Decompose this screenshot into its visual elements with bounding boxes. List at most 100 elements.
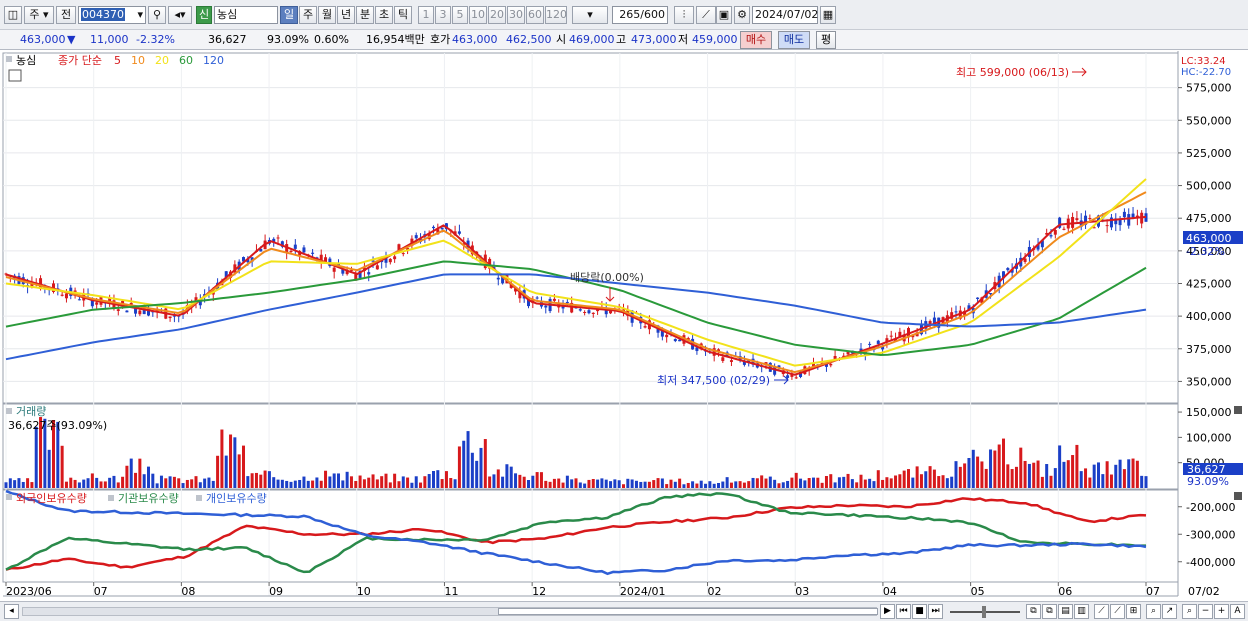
x-tick-label: 05: [971, 585, 985, 598]
x-tick-label: 08: [181, 585, 195, 598]
speaker-icon[interactable]: ◂▾: [168, 6, 192, 24]
interval-dropdown[interactable]: ▾: [572, 6, 608, 24]
layout3-icon[interactable]: ▤: [1058, 604, 1073, 619]
buy-button[interactable]: 매수: [740, 31, 772, 49]
volume-bar: [531, 475, 535, 488]
zoom-slider-handle[interactable]: [982, 606, 986, 618]
search-icon[interactable]: ⚲: [148, 6, 166, 24]
period-2[interactable]: 월: [318, 6, 336, 24]
volume-bar: [151, 473, 155, 488]
volume-bar: [302, 476, 306, 488]
volume-bar: [691, 481, 695, 488]
period-5[interactable]: 초: [375, 6, 393, 24]
prev-button[interactable]: 전: [56, 6, 76, 24]
table-icon[interactable]: [8, 69, 22, 82]
play-icon[interactable]: ▶: [880, 604, 895, 619]
volume-bar: [319, 480, 323, 488]
scrollbar-thumb[interactable]: [498, 608, 878, 615]
period-6[interactable]: 틱: [394, 6, 412, 24]
volume-bar: [721, 481, 725, 488]
volume-menu-icon[interactable]: [6, 408, 12, 414]
volume-bar: [958, 466, 962, 488]
scroll-left-icon[interactable]: ◂: [4, 604, 19, 619]
holdings-legend-institution: 기관보유수량: [118, 492, 179, 505]
plus-icon[interactable]: +: [1214, 604, 1229, 619]
candle-body: [1049, 235, 1053, 237]
volume-bar: [311, 480, 315, 488]
volume-bar: [898, 474, 902, 488]
volume-bar: [514, 473, 518, 488]
interval-5[interactable]: 5: [452, 6, 468, 24]
candle-body: [673, 339, 677, 342]
count-max: /600: [640, 8, 665, 21]
eval-button[interactable]: 평: [816, 31, 836, 49]
interval-60[interactable]: 60: [526, 6, 544, 24]
dividend-annotation: 배당락(0.00%): [570, 271, 644, 284]
chart-area[interactable]: 575,000 550,000 525,000 500,000 475,000 450,0…: [0, 51, 1248, 601]
tool3-icon[interactable]: ⊞: [1126, 604, 1141, 619]
volume-bar: [570, 479, 574, 488]
volume-close-icon[interactable]: [1234, 406, 1242, 414]
rewind-icon[interactable]: ⏮: [896, 604, 911, 619]
layout2-icon[interactable]: ⧉: [1042, 604, 1057, 619]
high-value: 473,000: [631, 33, 677, 46]
period-3[interactable]: 년: [337, 6, 355, 24]
high-label: 고: [616, 33, 627, 46]
period-4[interactable]: 분: [356, 6, 374, 24]
interval-3[interactable]: 3: [435, 6, 451, 24]
save-icon[interactable]: ▣: [716, 6, 732, 24]
count-field[interactable]: 265/600: [612, 6, 668, 24]
scrollbar-track[interactable]: [22, 607, 878, 616]
date-field[interactable]: 2024/07/02: [752, 6, 818, 24]
volume-bar: [466, 431, 470, 488]
market-select[interactable]: 주 ▾: [24, 6, 54, 24]
hc-label: HC:-22.70: [1181, 67, 1231, 78]
zoom-in-icon[interactable]: ↗: [1162, 604, 1177, 619]
period-1[interactable]: 주: [299, 6, 317, 24]
zoom-slider[interactable]: [950, 606, 1020, 618]
sell-button[interactable]: 매도: [778, 31, 810, 49]
volume-bar: [781, 482, 785, 488]
volume-bar: [1109, 474, 1113, 488]
gear-icon[interactable]: ⚙: [734, 6, 750, 24]
window-menu-icon[interactable]: ◫: [4, 6, 22, 24]
holdings-close-icon[interactable]: [1234, 492, 1242, 500]
pin-icon[interactable]: ⌕: [1146, 604, 1161, 619]
tool2-icon[interactable]: ⟋: [1110, 604, 1125, 619]
volume-bar: [915, 466, 919, 488]
calendar-icon[interactable]: ▦: [820, 6, 836, 24]
stop-icon[interactable]: ■: [912, 604, 927, 619]
holdings-menu-icon[interactable]: [6, 494, 12, 500]
interval-10[interactable]: 10: [469, 6, 487, 24]
interval-30[interactable]: 30: [507, 6, 525, 24]
holdings-sep-icon: [108, 495, 114, 501]
minus-icon[interactable]: −: [1198, 604, 1213, 619]
font-icon[interactable]: A: [1230, 604, 1245, 619]
volume-bar: [246, 476, 250, 488]
stock-name-field[interactable]: 농심: [214, 6, 278, 24]
stock-chart[interactable]: 575,000550,000525,000500,000475,000450,0…: [0, 51, 1248, 601]
price-tick-label: 400,000: [1186, 310, 1232, 323]
volume-bar: [863, 479, 867, 488]
chart-type-icon[interactable]: ⌕: [1182, 604, 1197, 619]
draw-tool-icon[interactable]: ⟋: [696, 6, 716, 24]
volume-bar: [643, 481, 647, 488]
panel-menu-icon[interactable]: [6, 56, 12, 62]
interval-20[interactable]: 20: [488, 6, 506, 24]
interval-1[interactable]: 1: [418, 6, 434, 24]
layout4-icon[interactable]: ▥: [1074, 604, 1089, 619]
volume-bar: [712, 483, 716, 488]
volume-bar: [393, 473, 397, 488]
volume-bar: [216, 455, 220, 488]
volume-bar: [1071, 455, 1075, 488]
volume-bar: [539, 472, 543, 488]
layout1-icon[interactable]: ⧉: [1026, 604, 1041, 619]
stock-code-input[interactable]: 004370 ▾: [78, 6, 146, 24]
tool1-icon[interactable]: ⟋: [1094, 604, 1109, 619]
volume-bar: [479, 447, 483, 488]
interval-120[interactable]: 120: [545, 6, 567, 24]
period-0[interactable]: 일: [280, 6, 298, 24]
holdings-tick-label: -300,000: [1186, 528, 1235, 541]
forward-icon[interactable]: ⏭: [928, 604, 943, 619]
candle-type-icon[interactable]: ⫶: [674, 6, 694, 24]
